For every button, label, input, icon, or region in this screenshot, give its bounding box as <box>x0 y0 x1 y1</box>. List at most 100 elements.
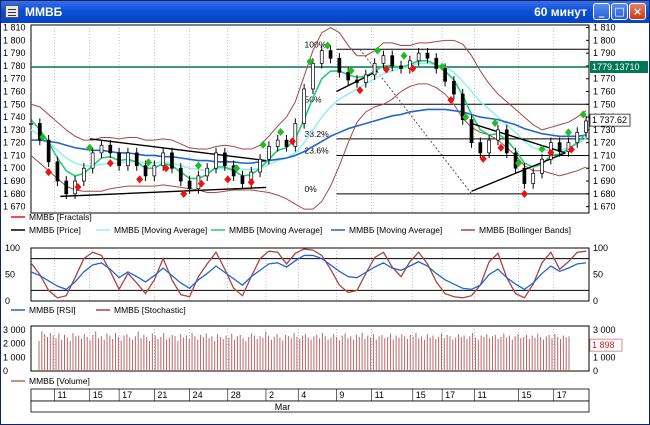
x-tick-label: 15 <box>522 390 532 400</box>
window-title: ММВБ <box>25 5 63 19</box>
volume-y-tick-left: 2 000 <box>3 339 26 349</box>
price-candle <box>584 120 588 133</box>
y-tick-label-right: 1 720 <box>593 138 616 148</box>
y-tick-label-right: 1 750 <box>593 99 616 109</box>
y-tick-label-left: 1 770 <box>3 74 26 84</box>
y-tick-label-left: 1 680 <box>3 189 26 199</box>
close-button[interactable]: × <box>629 3 646 20</box>
price-candle <box>363 74 368 83</box>
price-candle <box>504 129 509 154</box>
x-tick-label: 17 <box>445 390 455 400</box>
x-tick-label: 17 <box>122 390 132 400</box>
osc-y-tick-left: 50 <box>5 270 15 280</box>
y-tick-label-left: 1 760 <box>3 87 26 97</box>
horizontal-level-label: 1779.13710 <box>592 62 640 72</box>
price-candle <box>575 132 580 144</box>
price-candle <box>513 152 518 169</box>
price-candle <box>372 63 377 76</box>
x-tick-label: 15 <box>93 390 103 400</box>
y-tick-label-left: 1 730 <box>3 125 26 135</box>
price-candle <box>311 63 315 90</box>
legend-label: ММВБ [Moving Average] <box>349 225 442 235</box>
price-candle <box>187 180 192 190</box>
chart-canvas[interactable]: 1 8101 8101 8001 8001 7901 7901 7801 780… <box>1 23 649 424</box>
price-candle <box>557 142 562 152</box>
price-candle <box>214 152 218 169</box>
price-candle <box>178 167 183 182</box>
x-tick-label: 2 <box>269 390 274 400</box>
price-candle <box>267 146 271 160</box>
osc-y-tick-right: 50 <box>593 270 603 280</box>
price-candle <box>540 158 544 174</box>
x-tick-label: 21 <box>157 390 167 400</box>
volume-y-tick-left: 1 000 <box>3 352 26 362</box>
x-tick-label: 11 <box>477 390 486 400</box>
price-candle <box>134 152 139 167</box>
legend-label: ММВБ [Moving Average] <box>114 225 207 235</box>
x-tick-label: 15 <box>416 390 426 400</box>
minimize-button[interactable]: _ <box>593 3 610 20</box>
x-month-label: Mar <box>275 402 291 412</box>
y-tick-label-right: 1 680 <box>593 189 616 199</box>
fib-level-label: 23.6% <box>305 145 330 155</box>
x-axis-days <box>30 388 590 402</box>
price-candle <box>170 152 174 169</box>
price-candle <box>302 88 306 124</box>
app-icon[interactable] <box>5 5 19 18</box>
price-candle <box>90 152 95 169</box>
price-candle <box>319 50 324 64</box>
y-tick-label-left: 1 720 <box>3 138 26 148</box>
legend-label: ММВБ [RSI] <box>29 305 76 315</box>
osc-y-tick-left: 100 <box>5 243 20 253</box>
volume-panel <box>30 325 590 372</box>
price-candle <box>99 144 104 154</box>
legend-label: ММВБ [Fractals] <box>29 212 92 222</box>
price-candle <box>478 142 483 154</box>
price-candle <box>425 52 430 59</box>
price-candle <box>108 144 113 154</box>
osc-y-tick-right: 100 <box>593 243 608 253</box>
title-bar[interactable]: ММВБ 60 минут _ □ × <box>1 1 649 23</box>
legend-label: ММВБ [Moving Average] <box>229 225 322 235</box>
price-candle <box>452 80 456 95</box>
x-tick-label: 11 <box>375 390 384 400</box>
x-tick-label: 9 <box>339 390 344 400</box>
chart-window: ММВБ 60 минут _ □ × 1 810 1 810 1 800 1 800… <box>0 0 650 425</box>
price-candle <box>346 71 351 81</box>
interval-label: 60 минут <box>534 5 587 19</box>
y-tick-label-left: 1 750 <box>3 99 26 109</box>
x-tick-label: 17 <box>557 390 567 400</box>
price-candle <box>434 57 439 69</box>
fib-level-label: 0% <box>305 184 318 194</box>
legend-label: ММВБ [Price] <box>29 225 81 235</box>
volume-y-tick-left: 3 000 <box>3 325 26 335</box>
price-candle <box>117 152 121 167</box>
legend-label: ММВБ [Bollinger Bands] <box>479 225 571 235</box>
x-tick-label: 11 <box>57 390 66 400</box>
maximize-button[interactable]: □ <box>611 3 628 20</box>
price-candle <box>161 152 166 167</box>
price-candle <box>355 79 359 83</box>
y-tick-label-left: 1 780 <box>3 61 26 71</box>
price-candle <box>126 152 130 167</box>
osc-y-tick-right: 0 <box>593 296 598 306</box>
price-candle <box>284 139 289 147</box>
price-candle <box>337 57 342 73</box>
y-tick-label-left: 1 810 <box>3 23 26 33</box>
price-candle <box>381 55 386 64</box>
legend-label: ММВБ [Stochastic] <box>114 305 186 315</box>
x-axis-months <box>30 400 590 413</box>
y-tick-label-left: 1 710 <box>3 150 26 160</box>
last-volume-label: 1 898 <box>592 340 615 350</box>
x-tick-label: 24 <box>193 390 203 400</box>
price-candle <box>143 165 148 177</box>
y-tick-label-right: 1 700 <box>593 163 616 173</box>
y-tick-label-right: 1 810 <box>593 23 616 33</box>
y-tick-label-right: 1 770 <box>593 74 616 84</box>
last-price-label: 1 737.62 <box>592 115 627 125</box>
price-candle <box>46 139 51 163</box>
price-candle <box>222 152 227 167</box>
y-tick-label-left: 1 790 <box>3 48 26 58</box>
volume-y-tick-right: 1 000 <box>593 352 616 362</box>
y-tick-label-right: 1 790 <box>593 48 616 58</box>
